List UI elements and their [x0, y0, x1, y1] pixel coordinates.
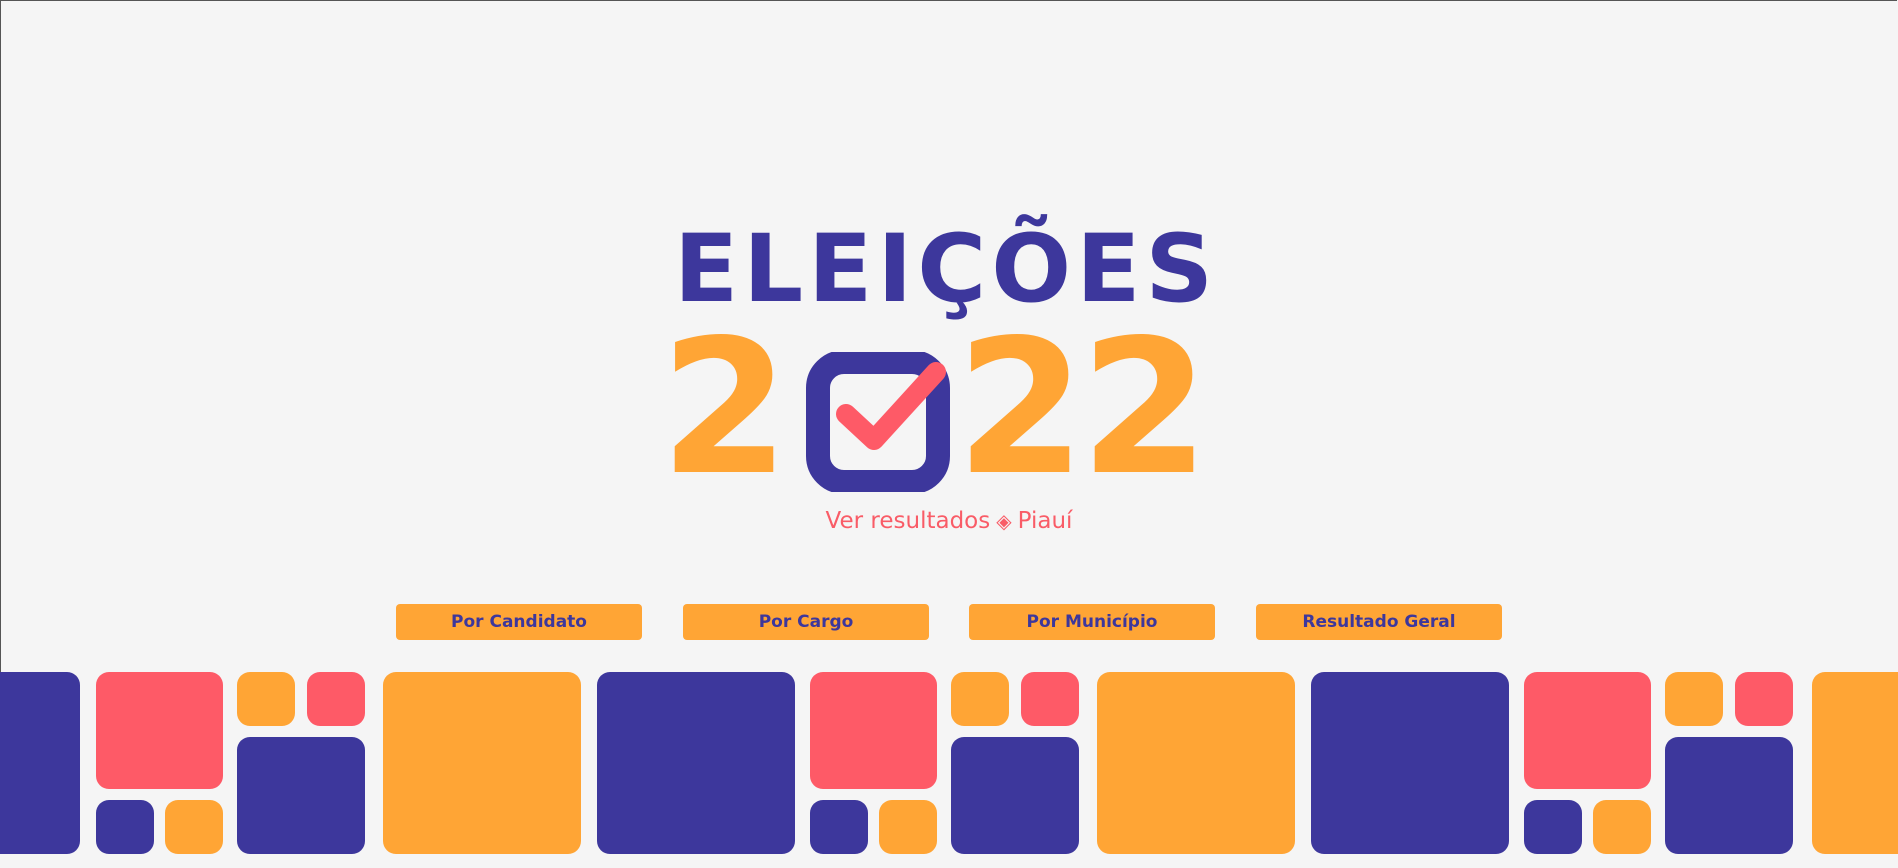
tagline-state: Piauí	[1017, 508, 1073, 534]
diamond-icon: ◈	[996, 509, 1012, 533]
by-candidate-button[interactable]: Por Candidato	[396, 604, 642, 640]
decorative-tile	[1665, 737, 1793, 854]
decorative-tile-band	[0, 672, 1898, 854]
checkbox-checked-icon	[806, 352, 950, 492]
decorative-tile	[383, 672, 581, 854]
decorative-tile	[879, 800, 937, 854]
tagline: Ver resultados ◈ Piauí	[0, 508, 1898, 534]
decorative-tile	[0, 672, 80, 854]
year-digit-second: 2	[956, 299, 1086, 516]
overall-result-button[interactable]: Resultado Geral	[1256, 604, 1502, 640]
by-office-button[interactable]: Por Cargo	[683, 604, 929, 640]
year-digit-first: 2	[660, 299, 790, 516]
decorative-tile	[1593, 800, 1651, 854]
decorative-tile	[597, 672, 795, 854]
decorative-tile	[810, 672, 937, 789]
decorative-tile	[810, 800, 868, 854]
decorative-tile	[951, 672, 1009, 726]
decorative-tile	[1812, 672, 1898, 854]
decorative-tile	[237, 672, 295, 726]
decorative-tile	[951, 737, 1079, 854]
decorative-tile	[1097, 672, 1295, 854]
year-digit-third: 2	[1080, 299, 1210, 516]
decorative-tile	[237, 737, 365, 854]
decorative-tile	[1735, 672, 1793, 726]
by-municipality-button[interactable]: Por Município	[969, 604, 1215, 640]
decorative-tile	[1524, 800, 1582, 854]
decorative-tile	[1021, 672, 1079, 726]
logo-year: 2 2 2	[660, 315, 1220, 501]
results-navigation: Por Candidato Por Cargo Por Município Re…	[0, 604, 1898, 640]
decorative-tile	[165, 800, 223, 854]
tagline-prefix: Ver resultados	[825, 508, 991, 534]
elections-logo: ELEIÇÕES 2 2 2	[660, 220, 1260, 502]
decorative-tile	[1311, 672, 1509, 854]
decorative-tile	[96, 672, 223, 789]
decorative-tile	[96, 800, 154, 854]
decorative-tile	[1524, 672, 1651, 789]
decorative-tile	[307, 672, 365, 726]
decorative-tile	[1665, 672, 1723, 726]
